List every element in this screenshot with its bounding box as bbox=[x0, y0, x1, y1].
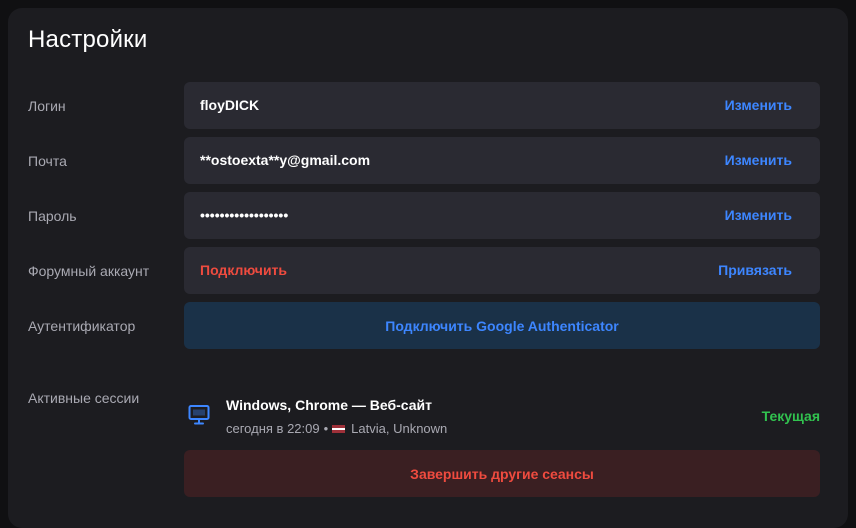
password-value: •••••••••••••••••• bbox=[200, 207, 289, 223]
email-label: Почта bbox=[28, 153, 67, 169]
change-login-button[interactable]: Изменить bbox=[725, 97, 792, 113]
monitor-icon bbox=[188, 405, 210, 425]
connect-google-authenticator-button[interactable]: Подключить Google Authenticator bbox=[184, 302, 820, 349]
login-value: floyDICK bbox=[200, 97, 260, 113]
forum-account-label: Форумный аккаунт bbox=[28, 263, 150, 279]
email-field: **ostoexta**y@gmail.com Изменить bbox=[184, 137, 820, 184]
forum-connect-link[interactable]: Подключить bbox=[200, 262, 287, 278]
change-password-button[interactable]: Изменить bbox=[725, 207, 792, 223]
session-status-badge: Текущая bbox=[761, 408, 820, 424]
password-field: •••••••••••••••••• Изменить bbox=[184, 192, 820, 239]
end-other-sessions-button[interactable]: Завершить другие сеансы bbox=[184, 450, 820, 497]
session-meta: сегодня в 22:09 • Latvia, Unknown bbox=[226, 421, 447, 436]
session-time: сегодня в 22:09 bbox=[226, 421, 320, 436]
authenticator-label: Аутентификатор bbox=[28, 318, 136, 334]
forum-account-field: Подключить Привязать bbox=[184, 247, 820, 294]
session-separator: • bbox=[323, 421, 329, 436]
login-label: Логин bbox=[28, 98, 66, 114]
change-email-button[interactable]: Изменить bbox=[725, 152, 792, 168]
session-title: Windows, Chrome — Веб-сайт bbox=[226, 397, 432, 413]
login-field: floyDICK Изменить bbox=[184, 82, 820, 129]
password-label: Пароль bbox=[28, 208, 77, 224]
active-sessions-label: Активные сессии bbox=[28, 390, 140, 406]
page-title: Настройки bbox=[28, 26, 148, 53]
latvia-flag-icon bbox=[332, 424, 346, 433]
link-forum-button[interactable]: Привязать bbox=[718, 262, 792, 278]
settings-panel: Настройки Логин floyDICK Изменить Почта … bbox=[8, 8, 848, 528]
email-value: **ostoexta**y@gmail.com bbox=[200, 152, 371, 168]
session-location: Latvia, Unknown bbox=[351, 421, 448, 436]
